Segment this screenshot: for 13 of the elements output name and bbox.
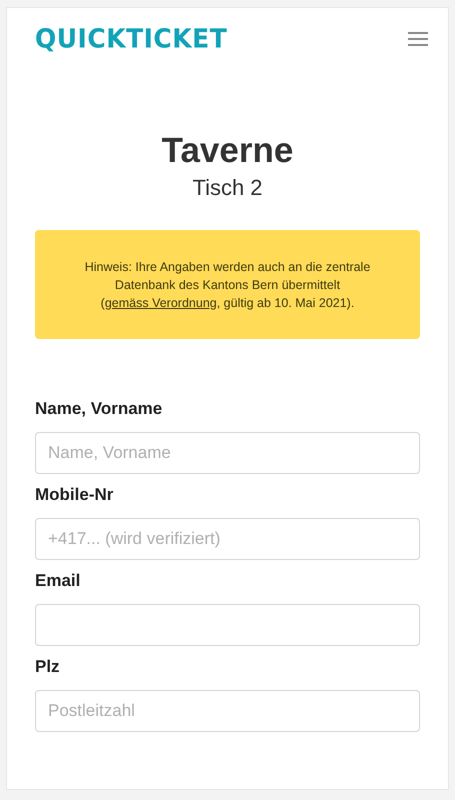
- regulation-link[interactable]: gemäss Verordnung: [104, 296, 217, 310]
- field-label: Email: [35, 570, 82, 592]
- notice-text: Hinweis: Ihre Angaben werden auch an die zentrale Datenbank des Kantons Bern übermittelt (gemäss Verordnung, gültig ab 10. Mai 2021).: [84, 258, 372, 312]
- input-field[interactable]: [35, 604, 420, 646]
- venue-title: Taverne: [162, 130, 294, 172]
- input-field[interactable]: +417... (wird verifiziert): [35, 518, 420, 560]
- input-field[interactable]: Name, Vorname: [35, 432, 420, 474]
- menu-icon[interactable]: [408, 31, 428, 47]
- field-label: Mobile-Nr: [35, 484, 114, 506]
- field-label: Name, Vorname: [35, 398, 164, 420]
- input-field[interactable]: Postleitzahl: [35, 690, 420, 732]
- field-label: Plz: [35, 656, 61, 678]
- table-label: Tisch 2: [192, 174, 263, 202]
